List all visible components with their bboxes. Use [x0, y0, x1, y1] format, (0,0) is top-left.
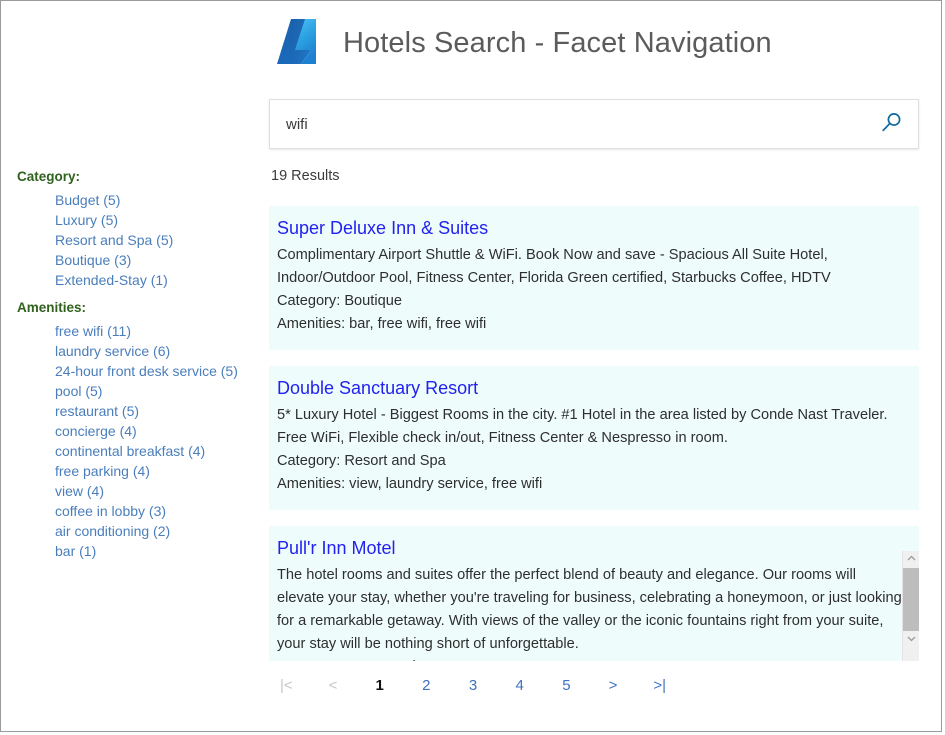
- facet-item-luxury[interactable]: Luxury (5): [55, 210, 257, 230]
- result-title[interactable]: Super Deluxe Inn & Suites: [277, 216, 905, 240]
- result-description: 5* Luxury Hotel - Biggest Rooms in the c…: [277, 404, 905, 450]
- facet-item-concierge[interactable]: concierge (4): [55, 421, 257, 441]
- scrollbar-up-arrow[interactable]: [903, 551, 919, 568]
- facet-list-amenities: free wifi (11) laundry service (6) 24-ho…: [17, 321, 257, 561]
- facet-group-amenities: Amenities: free wifi (11) laundry servic…: [17, 300, 257, 561]
- pagination-first[interactable]: |<: [263, 677, 310, 694]
- facet-item-air-conditioning[interactable]: air conditioning (2): [55, 521, 257, 541]
- page-header: Hotels Search - Facet Navigation: [267, 5, 772, 81]
- facet-item-pool[interactable]: pool (5): [55, 381, 257, 401]
- azure-logo-icon: [267, 12, 329, 74]
- chevron-down-icon: [906, 631, 917, 649]
- facet-item-boutique[interactable]: Boutique (3): [55, 250, 257, 270]
- result-description: Complimentary Airport Shuttle & WiFi. Bo…: [277, 244, 905, 290]
- facet-item-continental-breakfast[interactable]: continental breakfast (4): [55, 441, 257, 461]
- result-category: Category: Resort and Spa: [277, 450, 905, 473]
- results-list: Super Deluxe Inn & Suites Complimentary …: [269, 206, 919, 661]
- facet-item-coffee-in-lobby[interactable]: coffee in lobby (3): [55, 501, 257, 521]
- facet-item-front-desk-service[interactable]: 24-hour front desk service (5): [55, 361, 257, 381]
- search-button[interactable]: [866, 100, 918, 148]
- facet-item-laundry-service[interactable]: laundry service (6): [55, 341, 257, 361]
- app-window: Hotels Search - Facet Navigation 19 Resu…: [0, 0, 942, 732]
- facet-heading-amenities: Amenities:: [17, 300, 257, 315]
- facet-item-restaurant[interactable]: restaurant (5): [55, 401, 257, 421]
- result-category: Category: Resort and Spa: [277, 656, 905, 661]
- pagination-next[interactable]: >: [590, 677, 637, 694]
- pagination-page-5[interactable]: 5: [543, 677, 590, 694]
- pagination: |< < 1 2 3 4 5 > >|: [263, 677, 683, 694]
- search-box[interactable]: [269, 99, 919, 149]
- page-title: Hotels Search - Facet Navigation: [343, 27, 772, 60]
- results-scrollbar[interactable]: [902, 551, 919, 661]
- result-amenities: Amenities: bar, free wifi, free wifi: [277, 313, 905, 336]
- search-input[interactable]: [284, 100, 866, 148]
- facet-item-extended-stay[interactable]: Extended-Stay (1): [55, 270, 257, 290]
- pagination-page-2[interactable]: 2: [403, 677, 450, 694]
- facet-item-free-wifi[interactable]: free wifi (11): [55, 321, 257, 341]
- results-scroll-region[interactable]: Super Deluxe Inn & Suites Complimentary …: [269, 206, 919, 661]
- pagination-prev[interactable]: <: [310, 677, 357, 694]
- result-card[interactable]: Super Deluxe Inn & Suites Complimentary …: [269, 206, 919, 350]
- search-icon: [880, 111, 904, 138]
- scrollbar-down-arrow[interactable]: [903, 631, 919, 648]
- facet-item-free-parking[interactable]: free parking (4): [55, 461, 257, 481]
- facet-item-bar[interactable]: bar (1): [55, 541, 257, 561]
- facet-list-category: Budget (5) Luxury (5) Resort and Spa (5)…: [17, 190, 257, 290]
- facet-heading-category: Category:: [17, 169, 257, 184]
- pagination-page-4[interactable]: 4: [496, 677, 543, 694]
- facet-group-category: Category: Budget (5) Luxury (5) Resort a…: [17, 169, 257, 290]
- scrollbar-thumb[interactable]: [903, 568, 919, 631]
- facet-sidebar: Category: Budget (5) Luxury (5) Resort a…: [17, 169, 257, 571]
- facet-item-budget[interactable]: Budget (5): [55, 190, 257, 210]
- facet-item-view[interactable]: view (4): [55, 481, 257, 501]
- result-amenities: Amenities: view, laundry service, free w…: [277, 473, 905, 496]
- result-title[interactable]: Double Sanctuary Resort: [277, 376, 905, 400]
- result-category: Category: Boutique: [277, 290, 905, 313]
- result-description: The hotel rooms and suites offer the per…: [277, 564, 905, 656]
- results-count: 19 Results: [271, 168, 340, 184]
- chevron-up-icon: [906, 551, 917, 569]
- result-title[interactable]: Pull'r Inn Motel: [277, 536, 905, 560]
- facet-item-resort-and-spa[interactable]: Resort and Spa (5): [55, 230, 257, 250]
- result-card[interactable]: Pull'r Inn Motel The hotel rooms and sui…: [269, 526, 919, 661]
- result-card[interactable]: Double Sanctuary Resort 5* Luxury Hotel …: [269, 366, 919, 510]
- pagination-page-3[interactable]: 3: [450, 677, 497, 694]
- pagination-last[interactable]: >|: [636, 677, 683, 694]
- pagination-page-1[interactable]: 1: [356, 677, 403, 694]
